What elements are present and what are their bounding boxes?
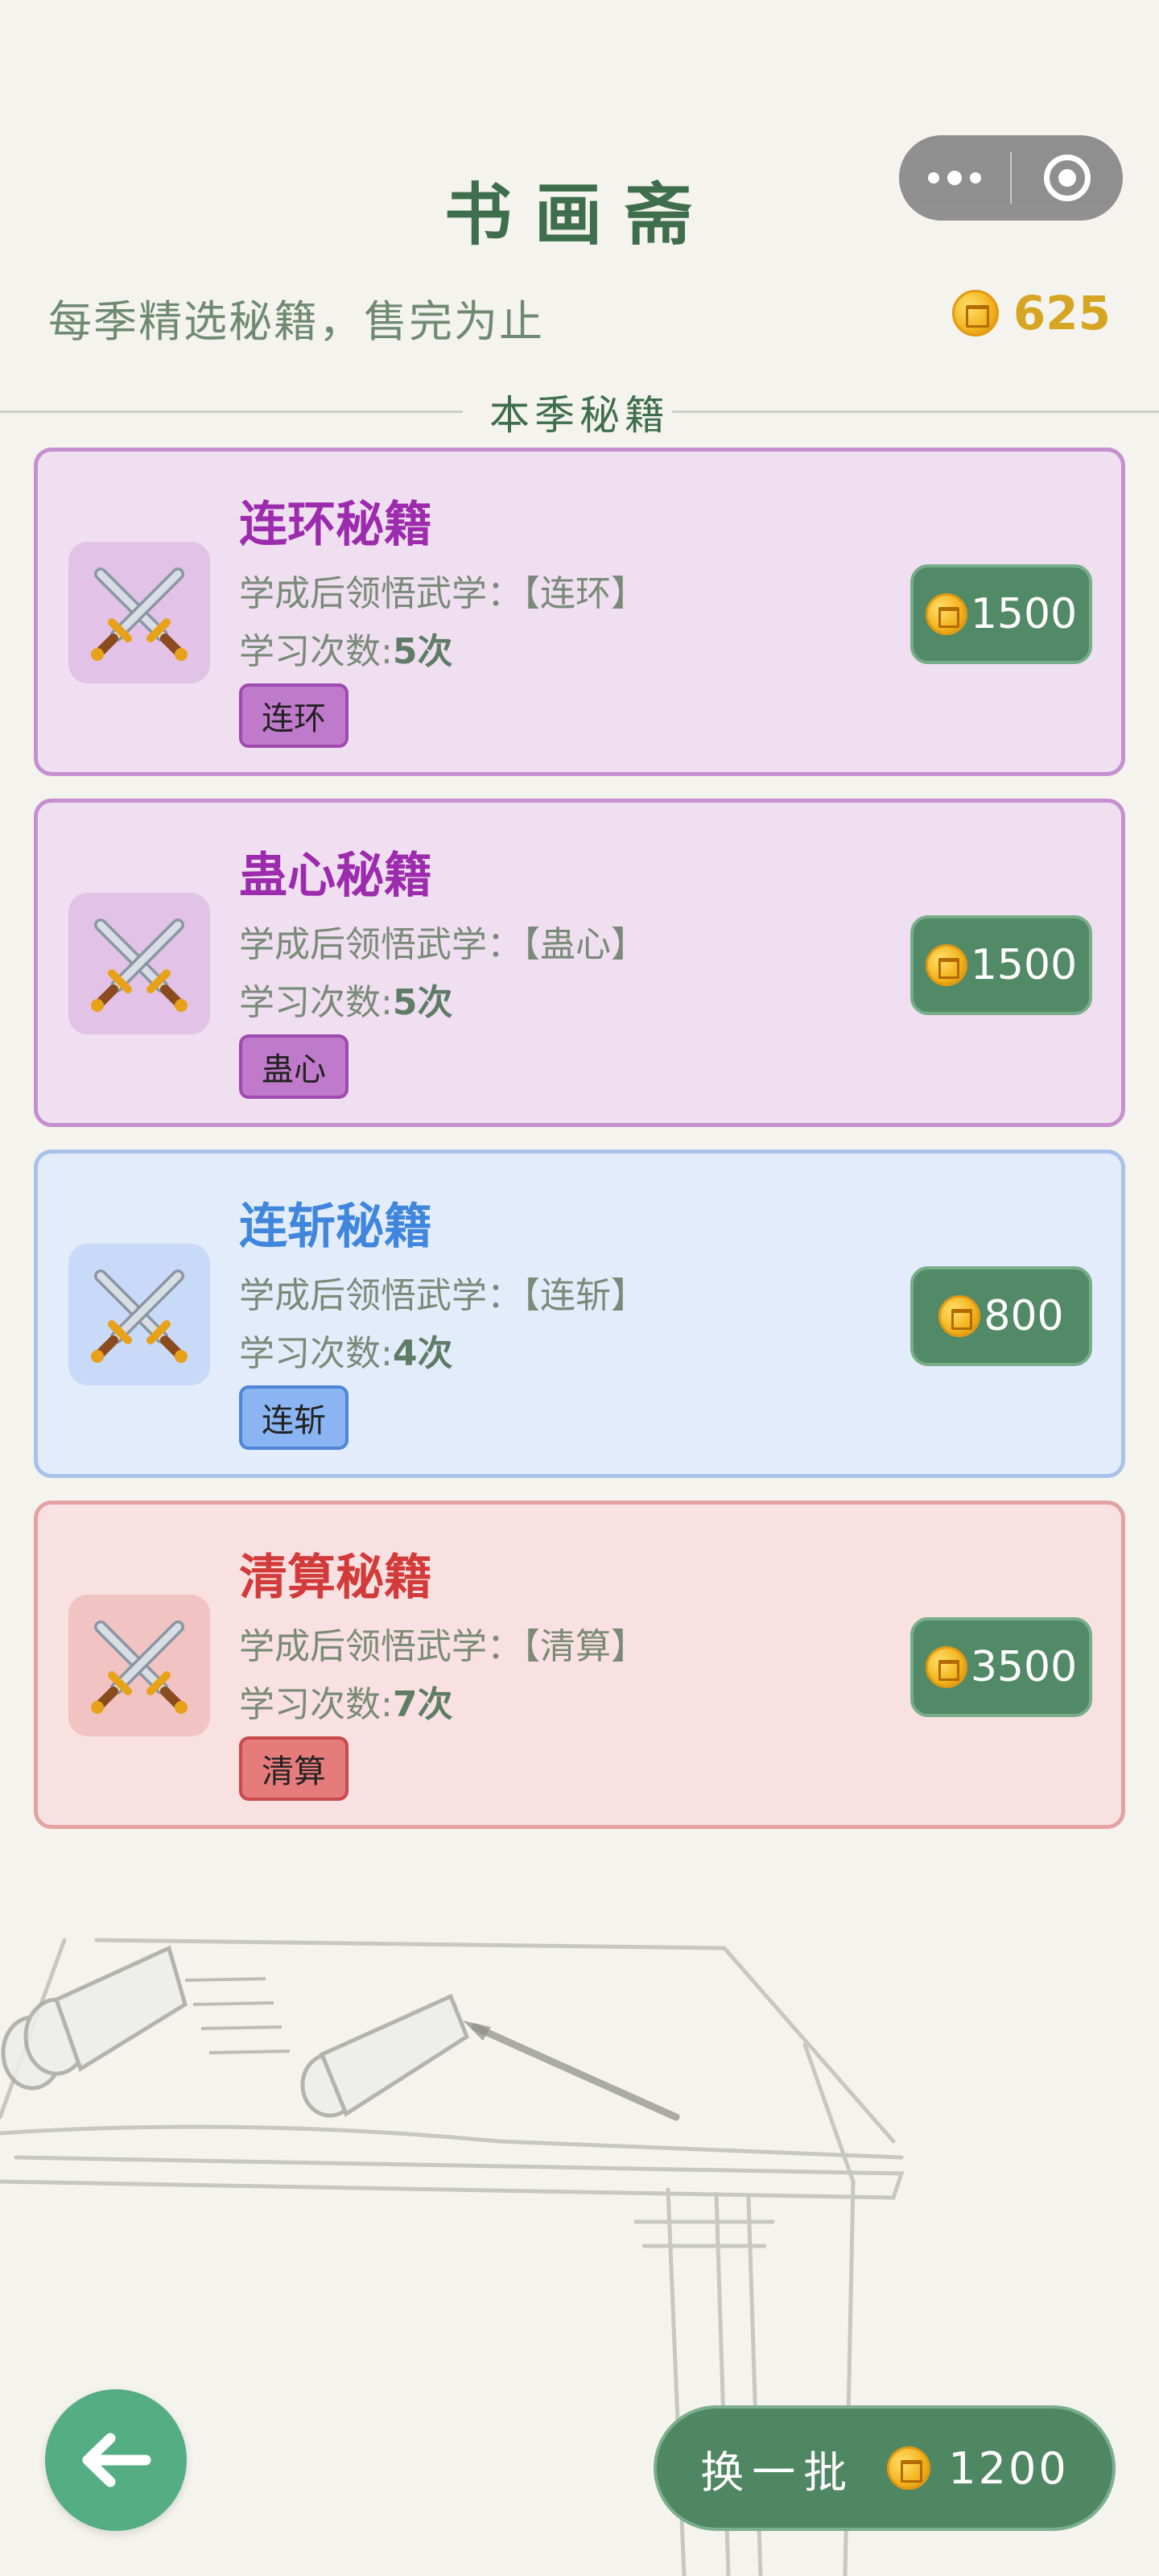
coin-icon [925, 593, 967, 635]
book-name: 连斩秘籍 [239, 1199, 432, 1255]
book-times: 学习次数:7次 [239, 1675, 452, 1727]
shop-page: 书画斋 每季精选秘籍，售完为止 625 本季秘籍 连环秘籍 学成后领悟武学：【连… [0, 0, 1159, 2576]
book-icon-box [68, 542, 210, 683]
book-skill: 【清算】 [522, 1626, 646, 1667]
refresh-cost: 1200 [948, 2442, 1069, 2494]
book-skill-desc: 学成后领悟武学：【蛊心】 [239, 915, 646, 967]
book-tag: 蛊心 [239, 1034, 349, 1099]
coin-balance-value: 625 [1013, 286, 1111, 341]
learn-prefix: 学成后领悟武学： [239, 1275, 522, 1316]
book-times: 学习次数:5次 [239, 973, 452, 1025]
book-tag: 连斩 [239, 1385, 349, 1450]
book-times: 学习次数:5次 [239, 622, 452, 674]
page-subtitle: 每季精选秘籍，售完为止 [48, 296, 544, 347]
arrow-left-icon [82, 2433, 151, 2487]
book-name: 清算秘籍 [239, 1550, 432, 1606]
refresh-label: 换一批 [700, 2446, 856, 2498]
book-skill-desc: 学成后领悟武学：【连环】 [239, 564, 646, 616]
coin-icon [938, 1295, 981, 1337]
book-icon-box [68, 1244, 210, 1385]
times-prefix: 学习次数: [239, 1333, 393, 1374]
buy-button[interactable]: 1500 [910, 564, 1092, 664]
book-skill: 【连斩】 [522, 1275, 646, 1316]
learn-prefix: 学成后领悟武学： [239, 573, 522, 614]
book-name: 连环秘籍 [239, 497, 432, 553]
book-card-lianhuan[interactable]: 连环秘籍 学成后领悟武学：【连环】 学习次数:5次 连环 1500 [34, 448, 1125, 776]
coin-icon [925, 1646, 967, 1688]
coin-icon [951, 290, 999, 336]
coin-icon [925, 944, 967, 986]
page-title: 书画斋 [443, 175, 715, 254]
times-prefix: 学习次数: [239, 1684, 393, 1725]
learn-prefix: 学成后领悟武学： [239, 924, 522, 965]
times-prefix: 学习次数: [239, 631, 393, 672]
section-heading: 本季秘籍 [0, 378, 1159, 443]
price-value: 800 [984, 1292, 1064, 1340]
learn-prefix: 学成后领悟武学： [239, 1626, 522, 1667]
price-value: 1500 [970, 941, 1078, 989]
book-icon-box [68, 893, 210, 1034]
buy-button[interactable]: 3500 [910, 1617, 1092, 1717]
book-times-value: 5次 [392, 982, 453, 1023]
buy-button[interactable]: 800 [910, 1266, 1092, 1366]
book-skill: 【连环】 [522, 573, 646, 614]
refresh-batch-button[interactable]: 换一批 1200 [654, 2405, 1116, 2531]
divider-right [672, 411, 1159, 413]
book-times-value: 5次 [392, 631, 453, 672]
book-tag: 连环 [239, 683, 349, 748]
book-name: 蛊心秘籍 [239, 848, 432, 904]
book-skill-desc: 学成后领悟武学：【清算】 [239, 1617, 646, 1669]
book-icon-box [68, 1595, 210, 1736]
book-card-lianzhan[interactable]: 连斩秘籍 学成后领悟武学：【连斩】 学习次数:4次 连斩 800 [34, 1150, 1125, 1478]
book-tag: 清算 [239, 1736, 349, 1801]
back-button[interactable] [45, 2389, 187, 2531]
book-skill: 【蛊心】 [522, 924, 646, 965]
book-card-qingsuan[interactable]: 清算秘籍 学成后领悟武学：【清算】 学习次数:7次 清算 3500 [34, 1501, 1125, 1829]
crossed-swords-icon [91, 919, 188, 1012]
book-times: 学习次数:4次 [239, 1324, 452, 1376]
book-card-guxin[interactable]: 蛊心秘籍 学成后领悟武学：【蛊心】 学习次数:5次 蛊心 1500 [34, 799, 1125, 1127]
book-times-value: 7次 [392, 1684, 453, 1725]
crossed-swords-icon [91, 1269, 188, 1363]
times-prefix: 学习次数: [239, 982, 393, 1023]
coin-balance: 625 [951, 286, 1111, 341]
book-skill-desc: 学成后领悟武学：【连斩】 [239, 1266, 646, 1318]
crossed-swords-icon [91, 1620, 188, 1714]
price-value: 3500 [970, 1643, 1078, 1691]
buy-button[interactable]: 1500 [910, 915, 1092, 1015]
book-times-value: 4次 [392, 1333, 453, 1374]
price-value: 1500 [970, 590, 1078, 638]
crossed-swords-icon [91, 568, 188, 661]
coin-icon [887, 2446, 931, 2490]
